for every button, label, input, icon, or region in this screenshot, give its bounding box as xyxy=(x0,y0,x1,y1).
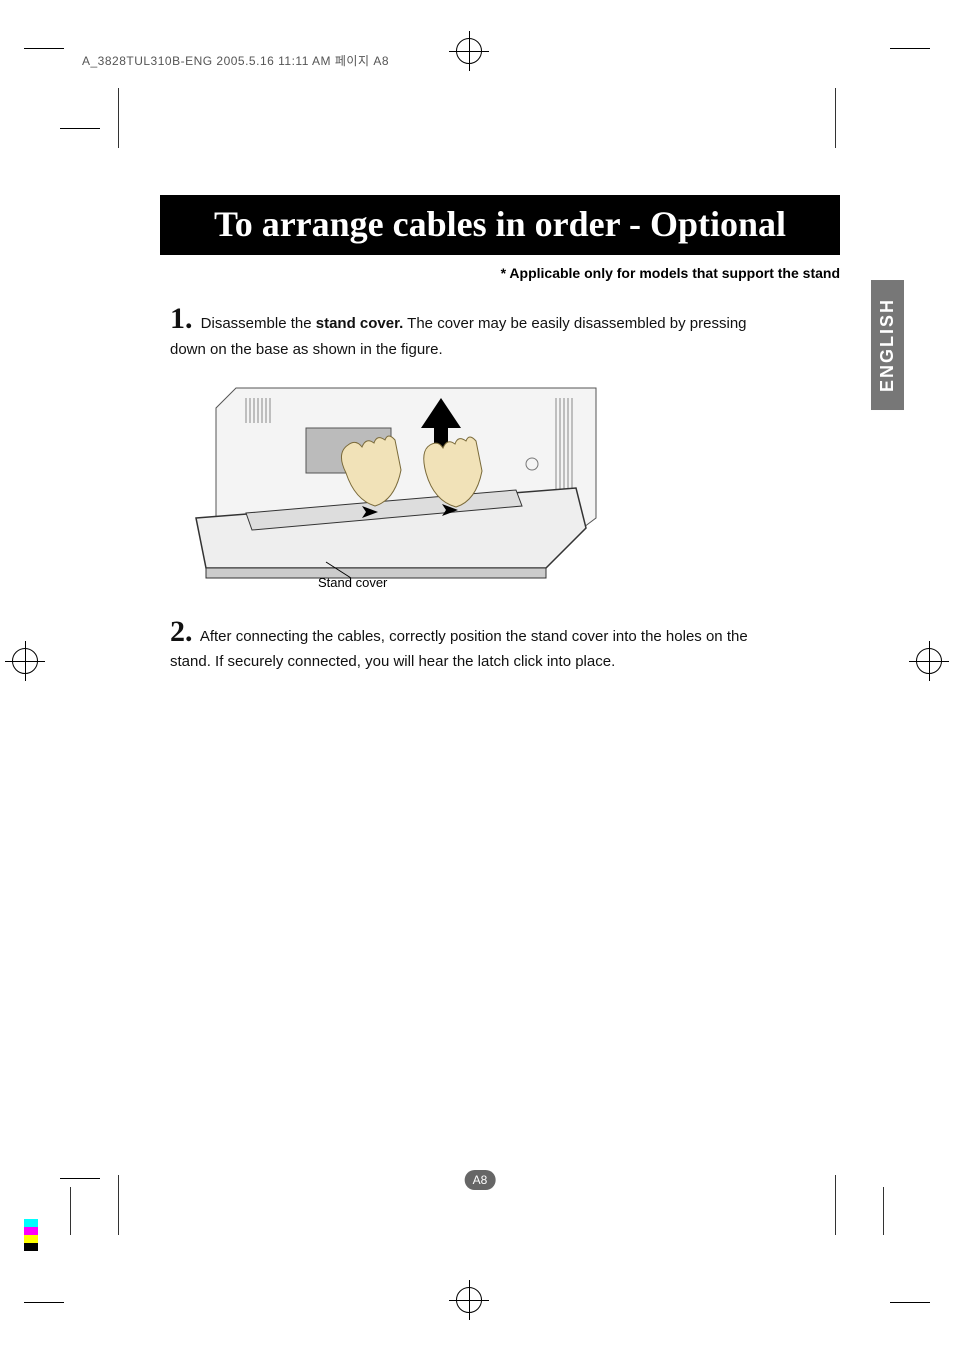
step-text: After connecting the cables, correctly p… xyxy=(170,628,748,671)
trim-line xyxy=(118,1175,119,1235)
language-tab: ENGLISH xyxy=(871,280,904,410)
trim-line xyxy=(70,1187,71,1235)
step-number: 1. xyxy=(170,302,193,335)
applicability-note: * Applicable only for models that suppor… xyxy=(160,265,840,281)
crop-mark xyxy=(24,1302,64,1303)
step-text-pre: Disassemble the xyxy=(201,315,316,332)
page-title: To arrange cables in order - Optional xyxy=(160,195,840,255)
registration-mark xyxy=(456,1287,482,1313)
crop-mark xyxy=(890,48,930,49)
figure-stand-cover: Stand cover xyxy=(186,378,616,588)
step-2: 2. After connecting the cables, correctl… xyxy=(170,612,760,673)
page-content: To arrange cables in order - Optional * … xyxy=(120,90,840,1220)
crop-mark xyxy=(60,1178,100,1179)
registration-mark xyxy=(12,648,38,674)
registration-mark xyxy=(916,648,942,674)
crop-mark xyxy=(24,48,64,49)
diagram-icon xyxy=(186,378,616,588)
step-number: 2. xyxy=(170,615,193,648)
step-1: 1. Disassemble the stand cover. The cove… xyxy=(170,299,760,360)
figure-caption: Stand cover xyxy=(318,575,387,590)
step-text-bold: stand cover. xyxy=(316,315,404,332)
print-header: A_3828TUL310B-ENG 2005.5.16 11:11 AM 페이지… xyxy=(82,52,389,69)
trim-line xyxy=(883,1187,884,1235)
crop-mark xyxy=(890,1302,930,1303)
page-number: A8 xyxy=(465,1170,496,1190)
trim-line xyxy=(118,88,119,148)
registration-mark xyxy=(456,38,482,64)
color-registration-bar xyxy=(24,1219,38,1251)
crop-mark xyxy=(60,128,100,129)
